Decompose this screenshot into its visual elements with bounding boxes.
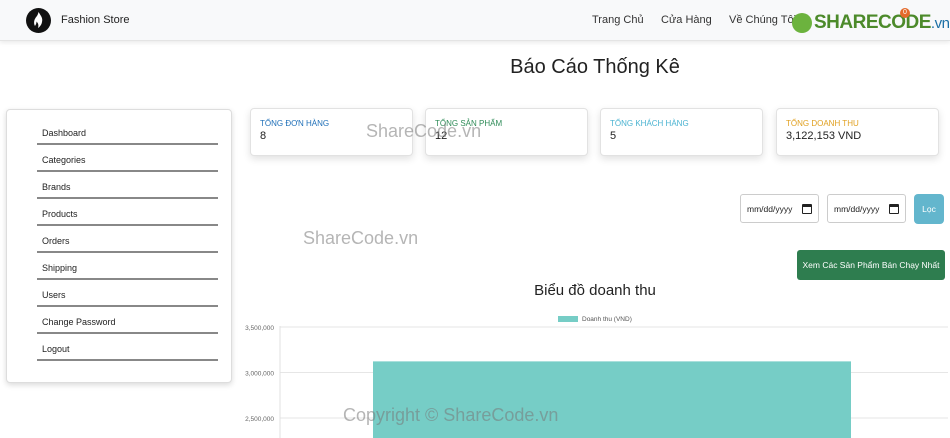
stat-card-revenue: TỔNG DOANH THU 3,122,153 VND [776, 108, 939, 156]
watermark-text: ShareCode.vn [366, 121, 482, 141]
stat-label: TỔNG KHÁCH HÀNG [610, 119, 689, 128]
top-navbar: Fashion Store Trang Chủ Cửa Hàng Về Chún… [0, 0, 950, 41]
end-date-input[interactable]: mm/dd/yyyy [827, 194, 906, 223]
stat-card-customers: TỔNG KHÁCH HÀNG 5 [600, 108, 763, 156]
stat-value: 3,122,153 VND [786, 130, 862, 142]
start-date-input[interactable]: mm/dd/yyyy [740, 194, 819, 223]
chart-bar[interactable] [373, 361, 851, 438]
nav-link-about[interactable]: Về Chúng Tôi [729, 14, 796, 26]
chart-title: Biểu đồ doanh thu [534, 282, 656, 299]
chart-y-tick-label: 3,000,000 [245, 371, 274, 378]
notification-badge: 0 [900, 8, 910, 18]
sidebar-item-categories[interactable]: Categories [37, 151, 218, 172]
watermark-brand-main: SHARECODE [814, 12, 931, 33]
page-title: Báo Cáo Thống Kê [510, 56, 680, 78]
watermark-text: ShareCode.vn [303, 228, 419, 248]
nav-link-shop[interactable]: Cửa Hàng [661, 14, 712, 26]
sidebar-item-change-password[interactable]: Change Password [37, 313, 218, 334]
end-date-placeholder: mm/dd/yyyy [834, 204, 880, 214]
sidebar-item-brands[interactable]: Brands [37, 178, 218, 199]
stat-value: 5 [610, 130, 617, 142]
sidebar-item-users[interactable]: Users [37, 286, 218, 307]
calendar-icon[interactable] [802, 204, 812, 214]
page-root: Fashion Store Trang Chủ Cửa Hàng Về Chún… [0, 0, 950, 438]
sharecode-logo-icon [792, 13, 812, 33]
brand-name[interactable]: Fashion Store [61, 14, 129, 26]
chart-legend-swatch[interactable] [558, 316, 578, 322]
watermark-text: Copyright © ShareCode.vn [343, 405, 559, 425]
sidebar-item-products[interactable]: Products [37, 205, 218, 226]
flame-logo-icon[interactable] [26, 8, 51, 33]
best-sellers-button[interactable]: Xem Các Sản Phẩm Bán Chạy Nhất [797, 250, 945, 280]
watermark-brand-tld: .vn [930, 15, 950, 32]
sidebar-item-logout[interactable]: Logout [37, 340, 218, 361]
stat-label: TỔNG ĐƠN HÀNG [260, 119, 330, 128]
chart-y-tick-label: 3,500,000 [245, 325, 274, 332]
sidebar-item-orders[interactable]: Orders [37, 232, 218, 253]
sidebar-item-shipping[interactable]: Shipping [37, 259, 218, 280]
stat-value: 8 [260, 130, 267, 142]
sidebar: Dashboard Categories Brands Products Ord… [6, 109, 232, 383]
sidebar-item-dashboard[interactable]: Dashboard [37, 124, 218, 145]
nav-link-home[interactable]: Trang Chủ [592, 14, 644, 26]
calendar-icon[interactable] [889, 204, 899, 214]
chart-legend-label: Doanh thu (VND) [582, 316, 632, 323]
start-date-placeholder: mm/dd/yyyy [747, 204, 793, 214]
chart-y-tick-label: 2,500,000 [245, 416, 274, 423]
filter-button[interactable]: Lọc [914, 194, 944, 224]
stat-label: TỔNG DOANH THU [786, 119, 859, 128]
